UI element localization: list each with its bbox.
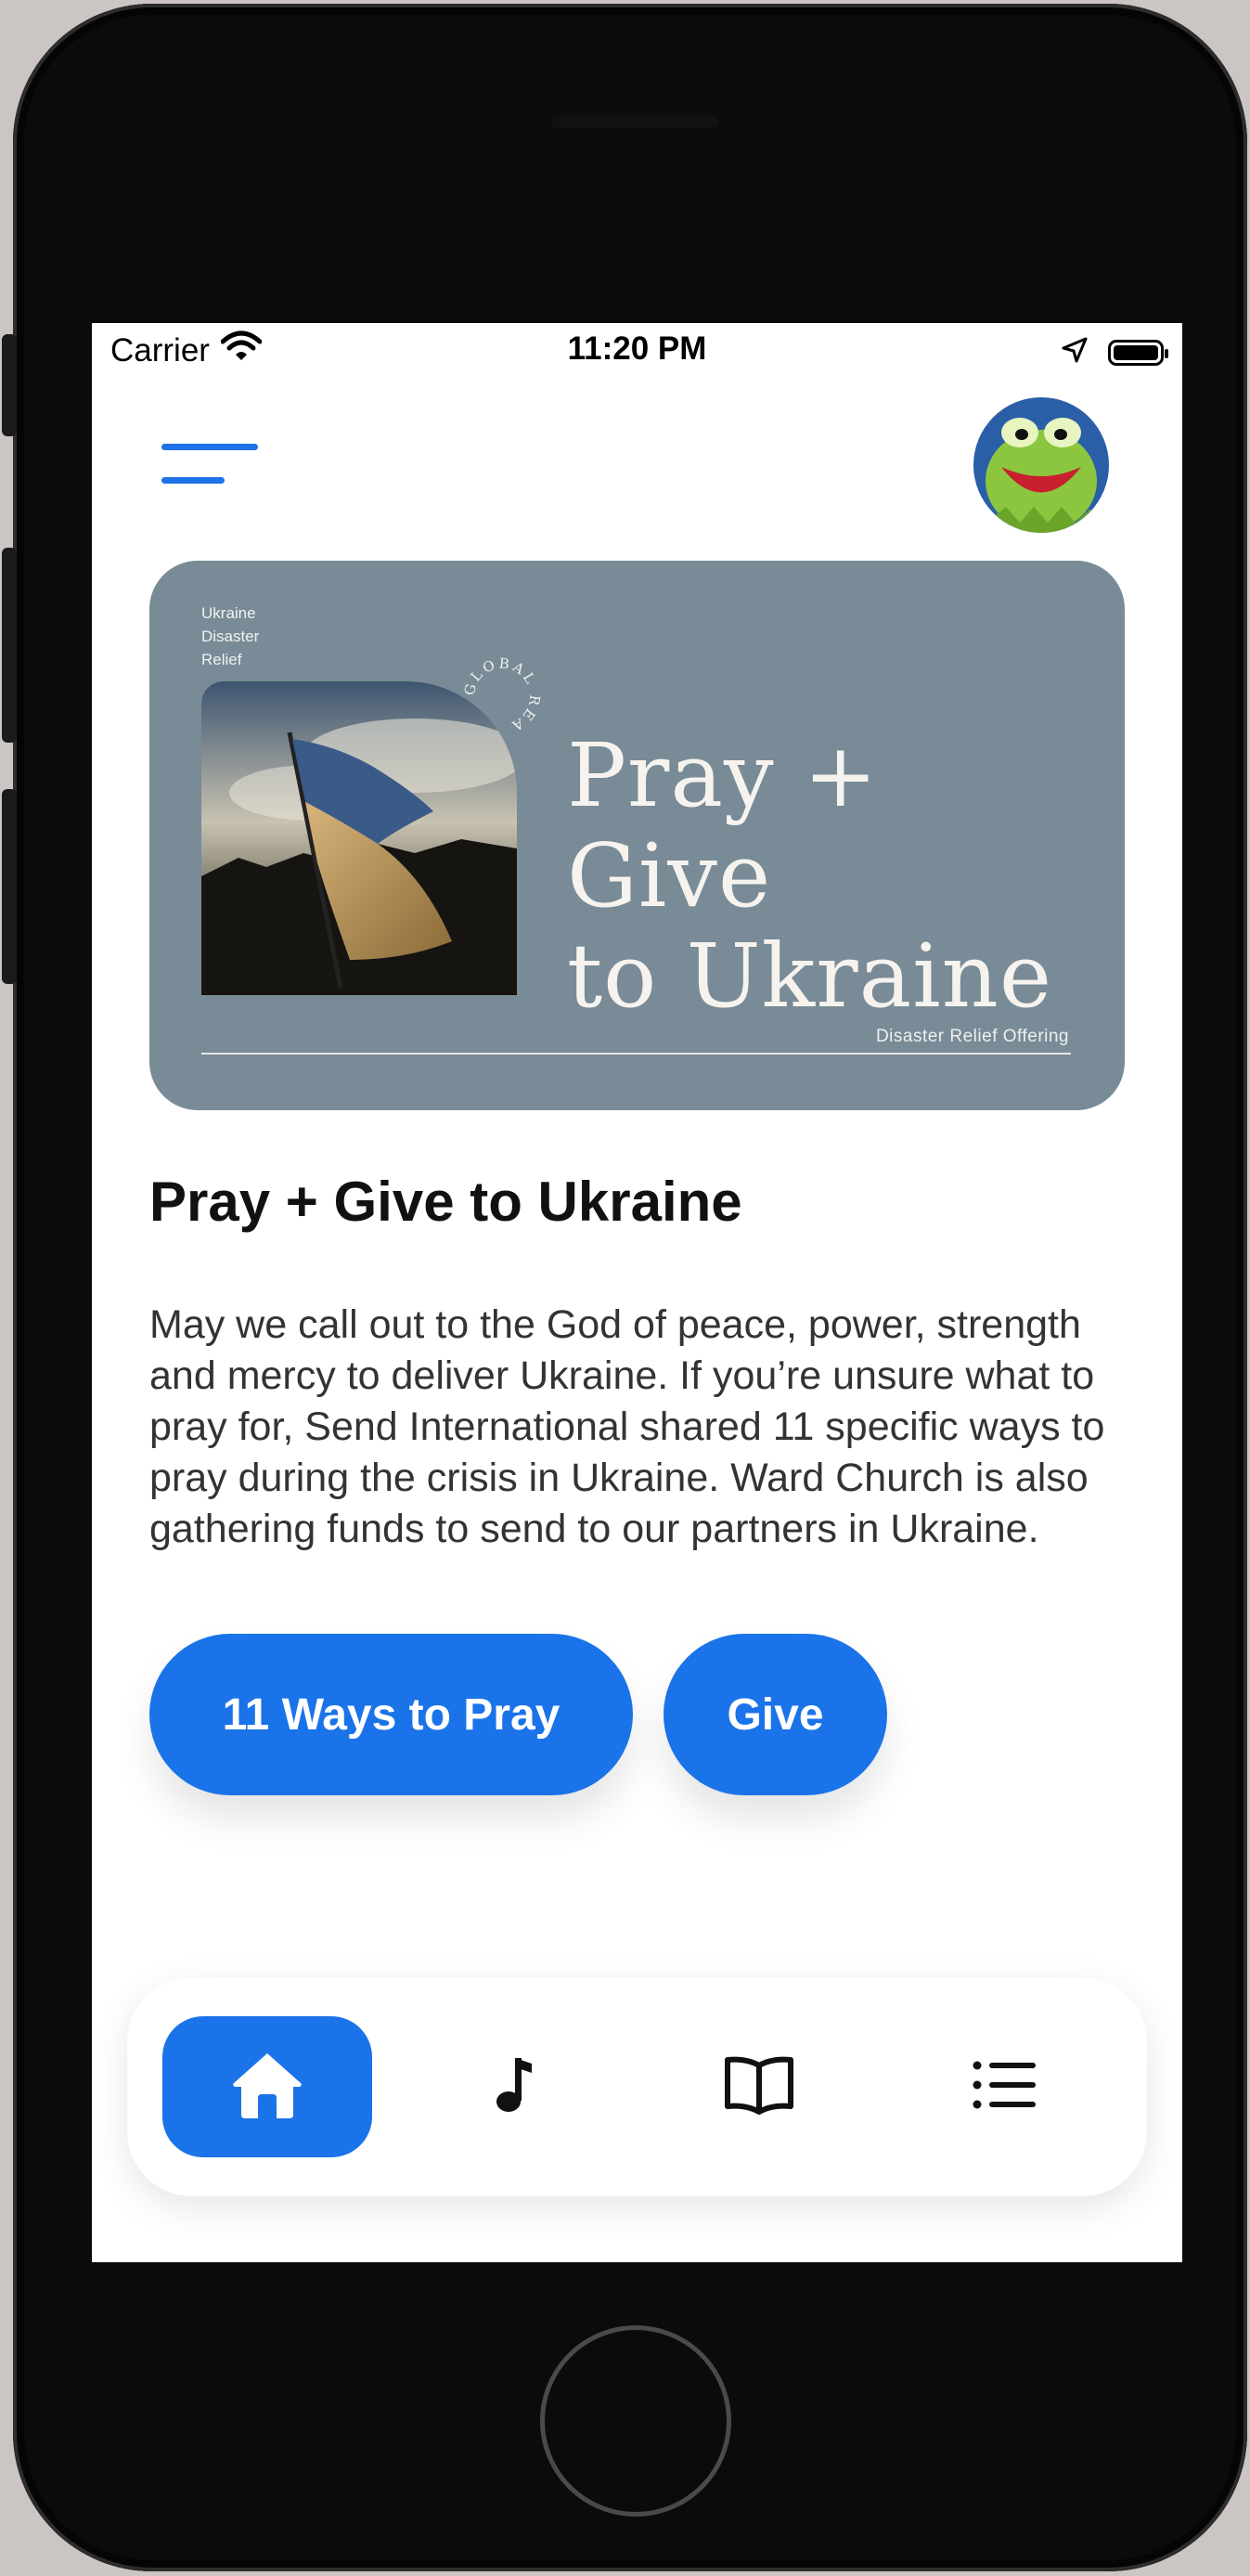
tab-list[interactable]: [900, 2016, 1110, 2157]
hero-banner[interactable]: Ukraine Disaster Relief GLOBAL REA Pray …: [149, 561, 1125, 1110]
give-button[interactable]: Give: [664, 1634, 887, 1795]
banner-footer-text: Disaster Relief Offering: [875, 1027, 1069, 1046]
battery-icon: [1108, 340, 1168, 366]
hamburger-menu-icon: [161, 444, 258, 450]
banner-title: Pray + Give to Ukraine: [567, 726, 1087, 1027]
menu-button[interactable]: [161, 444, 264, 490]
mute-switch: [2, 334, 17, 436]
location-arrow-icon: [1062, 334, 1088, 371]
banner-label-line: Relief: [201, 651, 242, 668]
status-bar: Carrier 11:20 PM: [92, 323, 1182, 379]
banner-divider: [201, 1053, 1071, 1055]
profile-avatar[interactable]: [973, 397, 1109, 533]
status-time: 11:20 PM: [567, 330, 707, 367]
volume-up-button: [2, 548, 17, 743]
tab-home[interactable]: [162, 2016, 372, 2157]
description-text: May we call out to the God of peace, pow…: [149, 1302, 1105, 1551]
speaker-grille: [551, 115, 718, 128]
list-icon: [973, 2061, 1037, 2114]
hardware-home-button[interactable]: [540, 2325, 731, 2517]
svg-text:GLOBAL REACH: GLOBAL REACH: [456, 650, 544, 735]
banner-title-line: to Ukraine: [567, 926, 1053, 1028]
banner-label-line: Ukraine: [201, 604, 256, 622]
volume-down-button: [2, 789, 17, 984]
hamburger-menu-icon-lower: [161, 477, 225, 484]
tab-book[interactable]: [654, 2016, 864, 2157]
music-note-icon: [493, 2056, 534, 2118]
tab-music[interactable]: [408, 2016, 618, 2157]
banner-title-line: Pray + Give: [567, 725, 879, 927]
app-screen: Carrier 11:20 PM Ukraine Disaster Relief…: [92, 323, 1182, 2262]
ways-to-pray-button[interactable]: 11 Ways to Pray: [149, 1634, 633, 1795]
book-icon: [724, 2054, 794, 2120]
home-icon: [230, 2050, 304, 2125]
bottom-tab-bar: [127, 1977, 1147, 2196]
page-title: Pray + Give to Ukraine: [149, 1171, 742, 1233]
banner-small-label: Ukraine Disaster Relief: [201, 602, 331, 671]
global-reach-badge: GLOBAL REACH: [448, 637, 548, 743]
banner-label-line: Disaster: [201, 628, 260, 645]
